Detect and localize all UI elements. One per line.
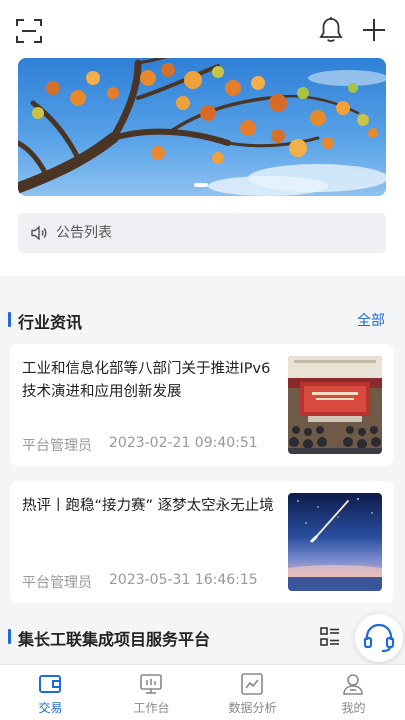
news-author: 平台管理员 bbox=[22, 575, 92, 591]
view-all-link[interactable]: 全部 bbox=[357, 310, 385, 330]
customer-service-button[interactable] bbox=[355, 614, 403, 662]
nav-label: 数据分析 bbox=[228, 701, 277, 715]
chart-icon bbox=[240, 672, 264, 696]
section-title: 行业资讯 bbox=[18, 313, 83, 332]
wallet-icon bbox=[38, 672, 62, 696]
news-card[interactable]: 工业和信息化部等八部门关于推进IPv6技术演进和应用创新发展 平台管理员 202… bbox=[10, 344, 394, 466]
speaker-icon bbox=[30, 224, 48, 242]
news-thumbnail bbox=[288, 356, 382, 454]
nav-item-data-analysis[interactable]: 数据分析 bbox=[202, 665, 303, 720]
news-thumbnail bbox=[288, 493, 382, 591]
news-section-header: 行业资讯 全部 bbox=[0, 302, 405, 336]
nav-label: 工作台 bbox=[133, 701, 170, 715]
user-icon bbox=[341, 672, 365, 696]
bottom-nav: 交易 工作台 数据分析 我的 bbox=[0, 664, 405, 720]
news-date: 2023-02-21 09:40:51 bbox=[109, 435, 258, 451]
notice-label: 公告列表 bbox=[56, 225, 112, 241]
nav-label: 交易 bbox=[38, 701, 63, 715]
headset-icon bbox=[363, 623, 395, 653]
platform-title: 集长工联集成项目服务平台 bbox=[18, 630, 211, 649]
notice-bar[interactable]: 公告列表 bbox=[18, 213, 386, 253]
news-author: 平台管理员 bbox=[22, 438, 92, 454]
news-card[interactable]: 热评丨跑稳“接力赛” 逐梦太空永无止境 平台管理员 2023-05-31 16:… bbox=[10, 481, 394, 603]
news-date: 2023-05-31 16:46:15 bbox=[109, 572, 258, 588]
nav-item-trade[interactable]: 交易 bbox=[0, 665, 101, 720]
platform-section-header: 集长工联集成项目服务平台 bbox=[0, 618, 405, 654]
carousel-indicator[interactable] bbox=[194, 183, 208, 187]
scan-icon[interactable] bbox=[16, 18, 42, 44]
nav-item-workbench[interactable]: 工作台 bbox=[101, 665, 202, 720]
monitor-icon bbox=[139, 672, 163, 696]
nav-item-mine[interactable]: 我的 bbox=[303, 665, 404, 720]
nav-label: 我的 bbox=[341, 701, 366, 715]
plus-icon[interactable] bbox=[360, 16, 388, 44]
section-accent-bar bbox=[8, 629, 11, 644]
news-title: 工业和信息化部等八部门关于推进IPv6技术演进和应用创新发展 bbox=[22, 361, 271, 400]
banner-image bbox=[18, 58, 386, 196]
bell-icon[interactable] bbox=[318, 16, 344, 44]
banner-carousel[interactable] bbox=[18, 58, 386, 196]
news-title: 热评丨跑稳“接力赛” 逐梦太空永无止境 bbox=[22, 498, 274, 514]
top-bar bbox=[0, 0, 405, 58]
list-view-icon[interactable] bbox=[320, 627, 340, 647]
section-accent-bar bbox=[8, 312, 11, 327]
